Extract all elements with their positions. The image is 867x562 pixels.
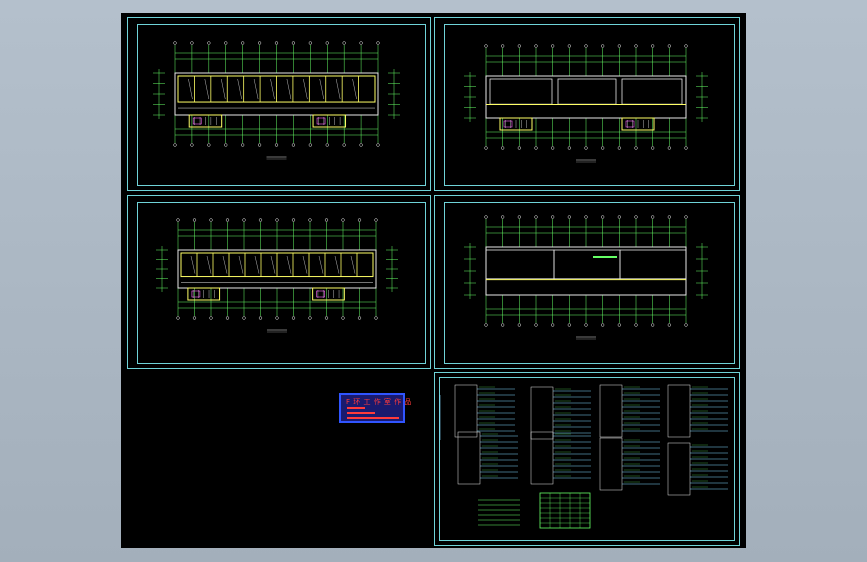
roof-plan xyxy=(464,215,708,340)
system-diagram xyxy=(439,384,728,529)
cad-drawings xyxy=(153,41,728,529)
floor-plan-2 xyxy=(464,44,708,163)
studio-stamp: F 环 工 作 室 作 品 xyxy=(339,393,411,423)
stamp-line xyxy=(347,412,375,414)
floor-plan-3 xyxy=(156,218,398,333)
floor-plan-1 xyxy=(153,41,400,160)
stamp-title: F 环 工 作 室 作 品 xyxy=(346,398,412,406)
stamp-line xyxy=(347,417,399,419)
stamp-line xyxy=(347,407,365,409)
